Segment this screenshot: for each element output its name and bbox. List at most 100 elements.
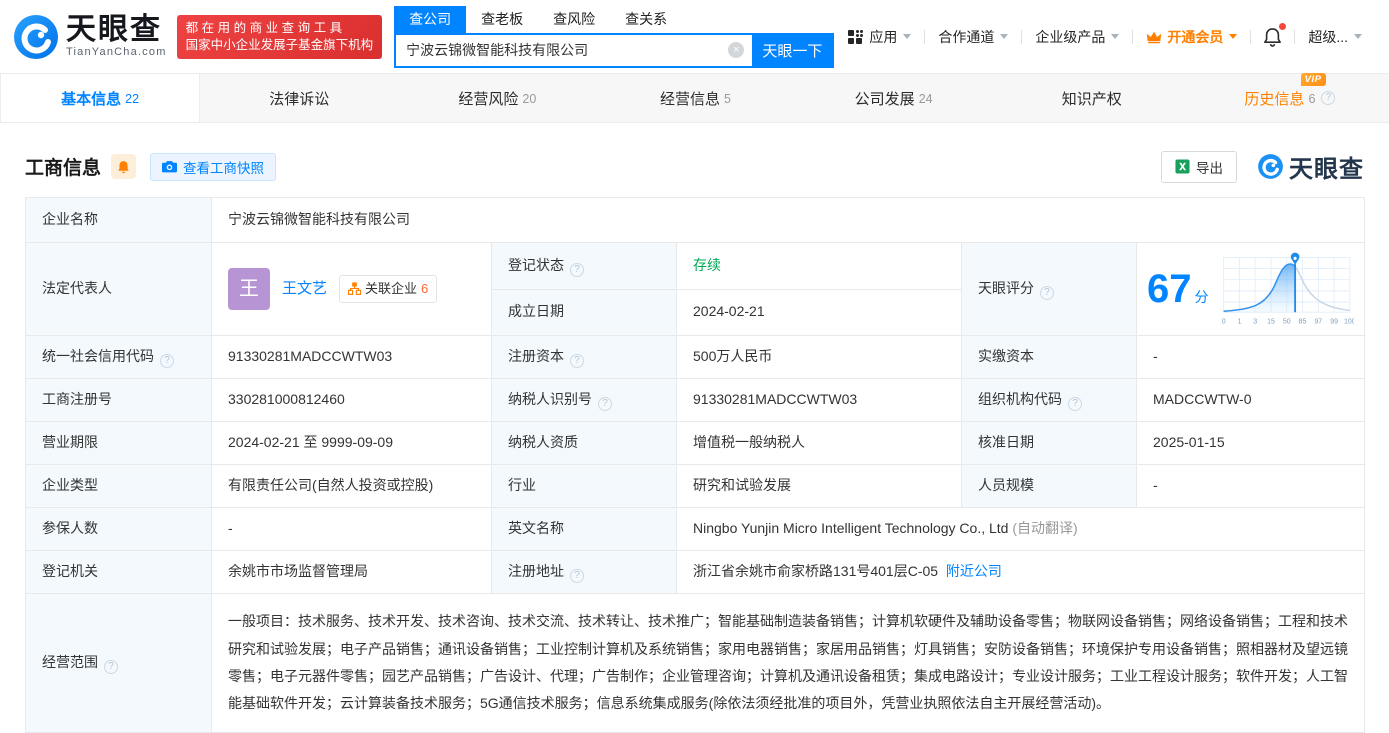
table-row: 参保人数 - 英文名称 Ningbo Yunjin Micro Intellig… — [25, 507, 1365, 551]
field-label: 成立日期 — [491, 288, 677, 337]
help-icon[interactable] — [570, 262, 584, 277]
section-head: 工商信息 查看工商快照 导出 天眼查 — [25, 149, 1364, 184]
tab-label: 经营风险 — [458, 90, 519, 108]
help-icon[interactable] — [160, 354, 174, 368]
page: 天眼查 TianYanCha.com 都在用的商业查询工具 国家中小企业发展子基… — [0, 0, 1389, 733]
svg-text:15: 15 — [1267, 318, 1275, 325]
field-label: 天眼评分 — [961, 242, 1137, 336]
search-box: 天眼一下 — [394, 32, 835, 68]
field-label: 纳税人资质 — [491, 421, 677, 465]
help-icon[interactable] — [104, 660, 118, 674]
top-header: 天眼查 TianYanCha.com 都在用的商业查询工具 国家中小企业发展子基… — [0, 0, 1389, 73]
related-companies-badge[interactable]: 关联企业 6 — [339, 274, 438, 304]
tab-business-info[interactable]: 经营信息 5 — [596, 74, 794, 122]
business-info-table: 企业名称 宁波云锦微智能科技有限公司 法定代表人 王 王文艺 关联企业 6 登记… — [25, 197, 1365, 733]
taxpayer-quality-value: 增值税一般纳税人 — [676, 421, 962, 465]
svg-text:0: 0 — [1221, 318, 1225, 325]
org-chart-icon — [348, 282, 362, 296]
bell-icon — [118, 160, 129, 173]
apps-grid-icon — [848, 29, 864, 44]
tab-business-risk[interactable]: 经营风险 20 — [398, 74, 596, 122]
svg-text:85: 85 — [1298, 318, 1306, 325]
excel-icon — [1175, 159, 1190, 174]
search-tab-risk[interactable]: 查风险 — [538, 6, 610, 33]
search-block: 查公司 查老板 查风险 查关系 天眼一下 — [394, 5, 835, 68]
table-row: 登记机关 余姚市市场监督管理局 注册地址 浙江省余姚市俞家桥路131号401层C… — [25, 550, 1365, 594]
chevron-down-icon — [1111, 34, 1120, 39]
svg-text:1: 1 — [1237, 318, 1241, 325]
slogan-badge: 都在用的商业查询工具 国家中小企业发展子基金旗下机构 — [176, 14, 383, 59]
business-scope-value: 一般项目：技术服务、技术开发、技术咨询、技术交流、技术转让、技术推广；智能基础制… — [211, 593, 1365, 733]
table-row: 工商注册号 330281000812460 纳税人识别号 91330281MAD… — [25, 378, 1365, 422]
nav-apps[interactable]: 应用 — [834, 27, 924, 47]
search-tab-relation[interactable]: 查关系 — [610, 6, 682, 33]
nav-super-account[interactable]: 超级... — [1295, 27, 1375, 47]
help-icon[interactable] — [1040, 286, 1054, 300]
table-row: 营业期限 2024-02-21 至 9999-09-09 纳税人资质 增值税一般… — [25, 421, 1365, 465]
tab-company-development[interactable]: 公司发展 24 — [795, 74, 993, 122]
watermark-logo: 天眼查 — [1257, 149, 1364, 184]
paid-capital-value: - — [1136, 335, 1365, 379]
nav-open-membership[interactable]: 开通会员 — [1133, 27, 1250, 47]
help-icon[interactable] — [1321, 91, 1336, 105]
slogan-line-1: 都在用的商业查询工具 — [185, 20, 346, 35]
field-label: 企业类型 — [25, 464, 212, 508]
company-type-value: 有限责任公司(自然人投资或控股) — [211, 464, 492, 508]
reg-capital-value: 500万人民币 — [676, 335, 962, 379]
tab-count: 20 — [522, 92, 537, 106]
camera-icon — [162, 161, 178, 173]
svg-text:3: 3 — [1253, 318, 1257, 325]
chevron-down-icon — [903, 34, 912, 39]
notification-bell-button[interactable] — [1251, 22, 1294, 47]
tab-basic-info[interactable]: 基本信息 22 — [0, 74, 201, 122]
svg-text:100: 100 — [1344, 318, 1354, 325]
table-row: 企业类型 有限责任公司(自然人投资或控股) 行业 研究和试验发展 人员规模 - — [25, 464, 1365, 508]
business-snapshot-button[interactable]: 查看工商快照 — [150, 152, 277, 181]
industry-value: 研究和试验发展 — [676, 464, 962, 508]
table-row: 经营范围 一般项目：技术服务、技术开发、技术咨询、技术交流、技术转让、技术推广；… — [25, 593, 1365, 733]
score-cell[interactable]: 67 分 0 1 3 15 50 85 97 99 10 — [1136, 242, 1365, 336]
field-label: 纳税人识别号 — [491, 378, 677, 422]
credit-code-value: 91330281MADCCWTW03 — [211, 335, 492, 379]
help-icon[interactable] — [570, 354, 584, 368]
legal-rep-link[interactable]: 王文艺 — [282, 277, 327, 300]
tianyancha-logo[interactable]: 天眼查 TianYanCha.com — [12, 13, 167, 61]
search-input[interactable] — [396, 34, 753, 66]
tianyancha-logo-icon — [14, 14, 58, 59]
help-icon[interactable] — [598, 397, 612, 411]
clear-search-icon[interactable] — [728, 42, 745, 58]
nearby-companies-link[interactable]: 附近公司 — [946, 563, 1002, 579]
tab-history-info[interactable]: 历史信息 VIP 6 — [1191, 72, 1389, 122]
brand-domain: TianYanCha.com — [66, 46, 167, 58]
field-label: 组织机构代码 — [961, 378, 1137, 422]
tab-legal-litigation[interactable]: 法律诉讼 — [200, 74, 398, 122]
svg-text:97: 97 — [1314, 318, 1322, 325]
section-tab-bar: 基本信息 22 法律诉讼 经营风险 20 经营信息 5 公司发展 24 知识产权… — [0, 72, 1389, 123]
tab-intellectual-property[interactable]: 知识产权 — [993, 74, 1191, 122]
search-tab-company[interactable]: 查公司 — [394, 5, 467, 33]
score-value: 67 分 — [1147, 267, 1209, 311]
search-tab-boss[interactable]: 查老板 — [466, 6, 538, 33]
chevron-down-icon — [1354, 34, 1362, 39]
staff-size-value: - — [1136, 464, 1365, 508]
help-icon[interactable] — [1068, 397, 1082, 411]
help-icon[interactable] — [570, 569, 584, 583]
field-label: 营业期限 — [25, 421, 212, 465]
nav-enterprise-products[interactable]: 企业级产品 — [1022, 27, 1132, 47]
legal-rep-cell: 王 王文艺 关联企业 6 — [211, 242, 492, 336]
monitor-bell-button[interactable] — [111, 154, 137, 179]
notification-dot — [1279, 22, 1287, 30]
crown-icon — [1147, 31, 1162, 43]
slogan-line-2: 国家中小企业发展子基金旗下机构 — [185, 37, 374, 52]
reg-status-value: 存续 — [676, 242, 962, 290]
status-badge: 存续 — [693, 256, 721, 273]
field-label: 工商注册号 — [25, 378, 212, 422]
field-label: 登记机关 — [25, 550, 212, 594]
reg-authority-value: 余姚市市场监督管理局 — [211, 550, 492, 594]
score-distribution-chart: 0 1 3 15 50 85 97 99 100 — [1221, 252, 1354, 325]
nav-partner-channel[interactable]: 合作通道 — [925, 27, 1021, 47]
avatar[interactable]: 王 — [228, 268, 270, 310]
search-button[interactable]: 天眼一下 — [752, 34, 833, 66]
export-button[interactable]: 导出 — [1161, 150, 1237, 183]
svg-text:50: 50 — [1282, 318, 1290, 325]
